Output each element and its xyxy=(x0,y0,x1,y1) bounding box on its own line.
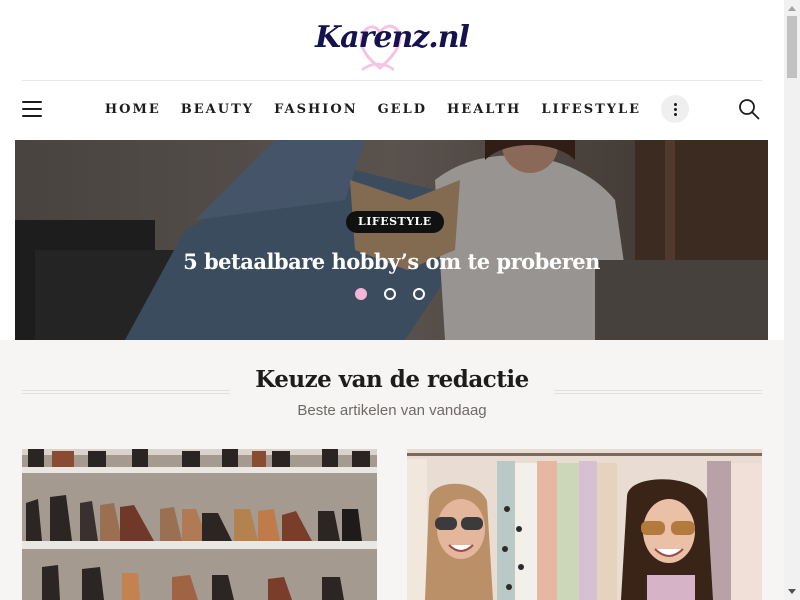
header-divider xyxy=(22,80,762,81)
hero-slider[interactable] xyxy=(15,140,768,340)
nav-menu: Home Beauty Fashion Geld Health Lifestyl… xyxy=(0,90,784,128)
article-image-shoes xyxy=(22,449,377,600)
hero-image xyxy=(15,140,768,340)
logo-text: Karenz.nl xyxy=(315,20,470,55)
search-icon[interactable] xyxy=(738,98,760,120)
section-subtitle: Beste artikelen van vandaag xyxy=(297,402,487,419)
nav-item-geld[interactable]: Geld xyxy=(368,102,437,117)
slide-dot-2[interactable] xyxy=(384,288,396,300)
more-vertical-icon xyxy=(673,102,677,116)
article-image-shopping xyxy=(407,449,762,600)
nav-item-home[interactable]: Home xyxy=(95,102,171,117)
nav-item-health[interactable]: Health xyxy=(437,102,531,117)
slide-dot-1[interactable] xyxy=(355,288,367,300)
nav-item-beauty[interactable]: Beauty xyxy=(171,102,264,117)
nav-item-lifestyle[interactable]: Lifestyle xyxy=(531,102,651,117)
main-navigation: Home Beauty Fashion Geld Health Lifestyl… xyxy=(0,90,784,128)
slider-pagination xyxy=(355,288,425,300)
more-menu-button[interactable] xyxy=(661,95,690,123)
article-card-shoes[interactable] xyxy=(22,449,377,600)
scrollbar-thumb[interactable] xyxy=(787,16,797,78)
slide-category-badge[interactable]: Lifestyle xyxy=(346,211,444,233)
section-title: Keuze van de redactie xyxy=(255,366,529,393)
site-logo[interactable]: Karenz.nl xyxy=(0,8,784,74)
page-scrollbar[interactable] xyxy=(784,0,800,600)
article-card-shopping[interactable] xyxy=(407,449,762,600)
slide-dot-3[interactable] xyxy=(413,288,425,300)
slide-title[interactable]: 5 betaalbare hobby’s om te proberen xyxy=(15,249,768,274)
scroll-down-arrow-icon[interactable] xyxy=(784,584,800,600)
nav-item-fashion[interactable]: Fashion xyxy=(264,102,368,117)
scroll-up-arrow-icon[interactable] xyxy=(784,0,800,16)
